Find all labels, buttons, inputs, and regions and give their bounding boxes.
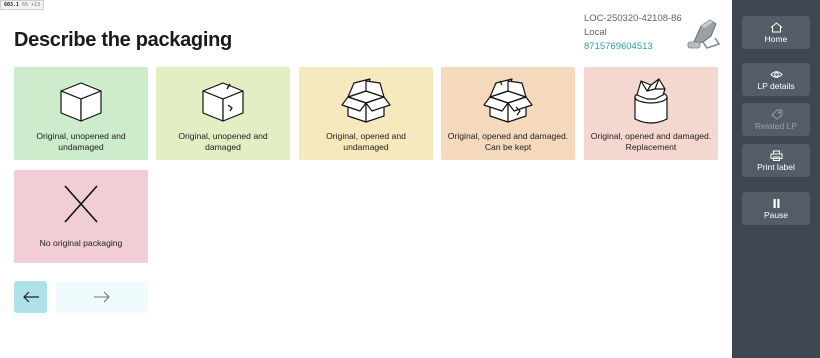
option-unopened-undamaged[interactable]: Original, unopened and undamaged bbox=[14, 67, 148, 160]
option-unopened-damaged[interactable]: Original, unopened and damaged bbox=[156, 67, 290, 160]
damaged-open-box-icon bbox=[483, 78, 533, 123]
related-lp-label: Related LP bbox=[754, 120, 798, 131]
option-label: No original packaging bbox=[39, 238, 123, 248]
order-info: LOC-250320-42108-86 Local 8715769604513 bbox=[584, 12, 682, 54]
version-number: 603.1 bbox=[4, 2, 20, 8]
arrow-right-icon bbox=[94, 291, 110, 303]
option-label: Original, opened and damaged. Can be kep… bbox=[447, 131, 569, 152]
pause-button[interactable]: Pause bbox=[742, 192, 810, 225]
x-icon bbox=[64, 185, 98, 223]
option-label: Original, opened and damaged. Replacemen… bbox=[590, 131, 712, 152]
version-badge: 603.1 6% +13 bbox=[0, 0, 45, 10]
eye-icon bbox=[769, 70, 783, 78]
location-code: LOC-250320-42108-86 bbox=[584, 13, 682, 24]
closed-box-icon bbox=[60, 82, 102, 122]
crushed-box-icon bbox=[634, 78, 668, 124]
mode-label: Local bbox=[584, 27, 607, 38]
sidebar: Home LP details Related LP Print label P… bbox=[732, 0, 820, 358]
next-button[interactable] bbox=[56, 281, 148, 313]
related-lp-button[interactable]: Related LP bbox=[742, 103, 810, 136]
lp-details-label: LP details bbox=[757, 80, 795, 91]
lp-details-button[interactable]: LP details bbox=[742, 63, 810, 96]
pause-label: Pause bbox=[763, 209, 789, 220]
printer-icon bbox=[770, 150, 782, 161]
scanner-icon bbox=[687, 19, 721, 49]
print-label-label: Print label bbox=[757, 161, 795, 172]
page-title: Describe the packaging bbox=[14, 29, 232, 51]
back-button[interactable] bbox=[14, 281, 47, 313]
option-opened-undamaged[interactable]: Original, opened and undamaged bbox=[299, 67, 433, 160]
home-icon bbox=[770, 21, 782, 32]
pause-icon bbox=[773, 198, 779, 208]
home-button[interactable]: Home bbox=[742, 16, 810, 49]
option-opened-damaged-replacement[interactable]: Original, opened and damaged. Replacemen… bbox=[584, 67, 718, 160]
arrow-left-icon bbox=[22, 291, 39, 303]
damaged-closed-box-icon bbox=[202, 82, 244, 122]
option-label: Original, unopened and damaged bbox=[178, 131, 268, 152]
open-box-icon bbox=[341, 78, 391, 123]
print-label-button[interactable]: Print label bbox=[742, 144, 810, 177]
option-opened-damaged-kept[interactable]: Original, opened and damaged. Can be kep… bbox=[441, 67, 575, 160]
version-meta: 6% +13 bbox=[22, 2, 41, 8]
option-no-packaging[interactable]: No original packaging bbox=[14, 170, 148, 263]
tracking-number[interactable]: 8715769604513 bbox=[584, 40, 682, 54]
option-label: Original, unopened and undamaged bbox=[36, 131, 126, 152]
home-label: Home bbox=[764, 33, 788, 44]
tag-icon bbox=[770, 109, 782, 120]
option-label: Original, opened and undamaged bbox=[326, 131, 406, 152]
